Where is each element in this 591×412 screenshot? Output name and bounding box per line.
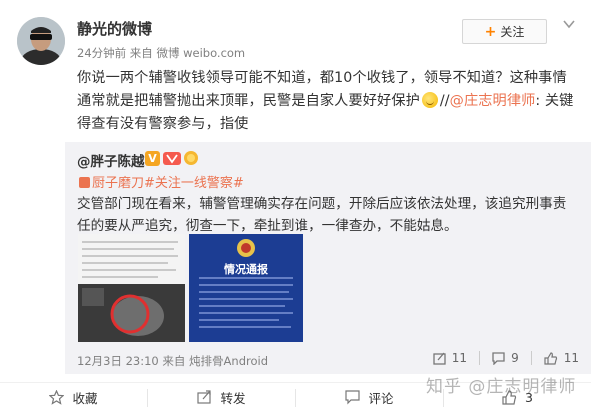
topic-tag-icon: [79, 177, 90, 188]
user-name[interactable]: 静光的微博: [77, 18, 152, 39]
follow-button[interactable]: + 关注: [462, 19, 547, 44]
repost-timestamp: 12月3日 23:10 来自 炖排骨Android: [77, 354, 269, 368]
repost-comment-action[interactable]: 9: [492, 351, 519, 365]
medal-badge-icon: [184, 151, 198, 165]
comment-icon: [492, 351, 505, 365]
repost-image-2[interactable]: 情况通报: [189, 234, 303, 342]
repost-text: 交管部门现在看来，辅警管理确实存在问题，开除后应该依法处理，该追究刑事责任的要从…: [77, 196, 567, 234]
verified-badge-icon: V: [145, 151, 160, 166]
favorite-label: 收藏: [72, 391, 98, 406]
avatar[interactable]: [17, 17, 65, 65]
thumb-up-icon: [544, 351, 557, 365]
comment-label: 评论: [368, 391, 394, 406]
repost-label: 转发: [220, 391, 246, 406]
repost-share-count: 11: [451, 351, 468, 365]
follow-label: 关注: [500, 25, 525, 39]
weibo-post: 静光的微博 24分钟前 来自 微博 weibo.com + 关注 你说一两个辅警…: [0, 0, 591, 412]
divider: [530, 351, 532, 365]
chevron-down-icon[interactable]: [562, 17, 576, 31]
repost-box[interactable]: @胖子陈越 V 厨子磨刀#关注一线警察# 交管部门现在看来，辅警管理确实存在问题…: [65, 142, 591, 374]
comment-icon: [345, 390, 361, 405]
star-icon: [49, 390, 65, 405]
avatar-image: [17, 17, 65, 65]
repost-share-action[interactable]: 11: [433, 351, 467, 365]
plus-icon: +: [484, 23, 497, 40]
repost-author[interactable]: @胖子陈越: [77, 150, 145, 170]
mention-link[interactable]: @庄志明律师: [450, 93, 536, 109]
repost-actions: 11 9 11: [433, 351, 579, 365]
share-icon: [433, 352, 446, 365]
repost-like-action[interactable]: 11: [544, 351, 579, 365]
watermark: 知乎 @庄志明律师: [426, 377, 577, 397]
dizzy-face-emoji-icon: [421, 92, 438, 108]
notice-title: 情况通报: [224, 263, 268, 276]
member-badge-icon: [163, 152, 181, 165]
repost-comment-count: 9: [511, 351, 519, 365]
comment-button[interactable]: 评论: [296, 383, 443, 412]
favorite-button[interactable]: 收藏: [0, 383, 147, 412]
post-meta: 24分钟前 来自 微博 weibo.com: [77, 46, 246, 60]
notice-image: [189, 234, 303, 342]
news-screenshot-image: [78, 234, 185, 342]
repost-like-count: 11: [563, 351, 579, 365]
topic-tags[interactable]: 厨子磨刀#关注一线警察#: [79, 172, 244, 191]
repost-button[interactable]: 转发: [148, 383, 295, 412]
post-text-separator: //: [439, 93, 450, 109]
repost-icon: [197, 390, 212, 404]
topic-tags-text: 厨子磨刀#关注一线警察#: [92, 176, 244, 191]
divider: [479, 351, 481, 365]
post-text: 你说一两个辅警收钱领导可能不知道，都10个收钱了，领导不知道？这种事情通常就是把…: [77, 67, 577, 136]
repost-image-1[interactable]: [78, 234, 185, 342]
